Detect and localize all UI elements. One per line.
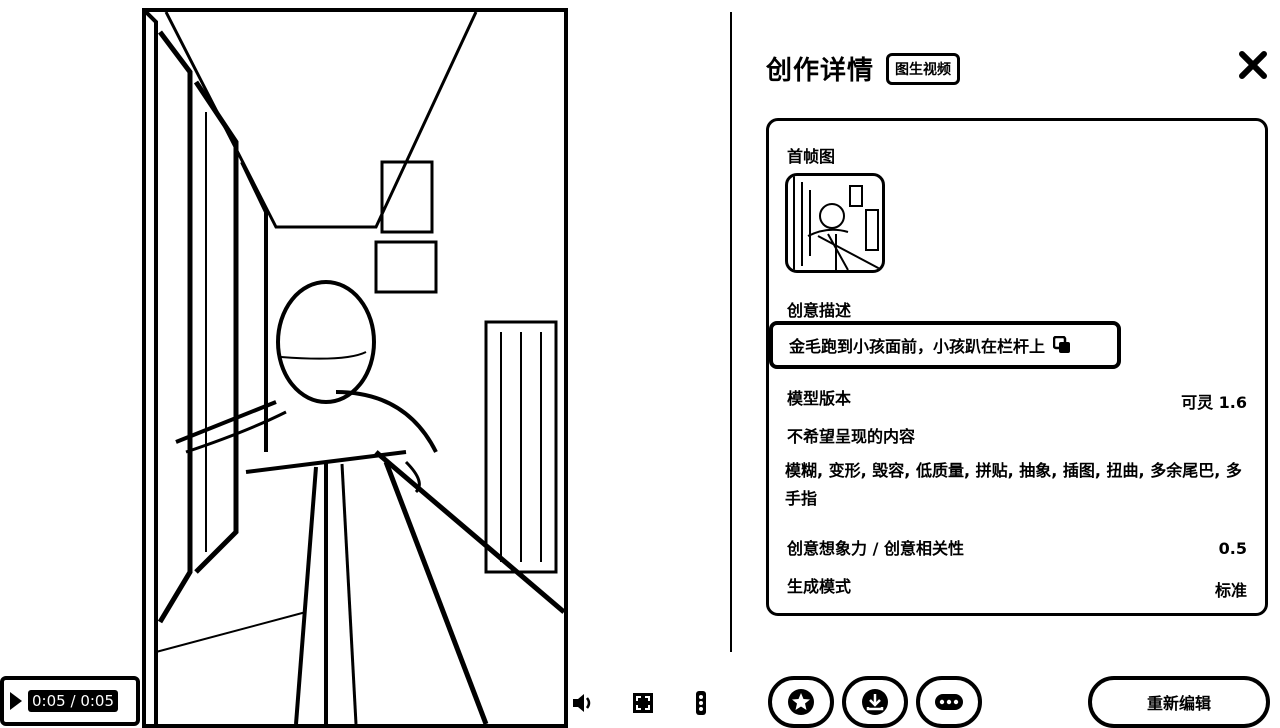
download-icon [862,689,888,715]
time-display: 0:05 / 0:05 [28,690,118,712]
model-value: 可灵 1.6 [1181,393,1247,412]
creativity-value: 0.5 [1218,539,1247,558]
creativity-label: 创意想象力 / 创意相关性 [787,539,964,558]
type-badge: 图生视频 [886,52,961,85]
play-icon[interactable] [10,692,22,710]
close-button[interactable] [1236,48,1270,82]
video-frame-image [146,12,564,724]
download-button[interactable] [842,676,908,728]
prompt-box: 金毛跑到小孩面前，小孩趴在栏杆上 [769,321,1121,369]
prompt-text: 金毛跑到小孩面前，小孩趴在栏杆上 [789,337,1046,356]
player-controls: 0:05 / 0:05 [0,668,720,728]
mode-value: 标准 [1214,581,1247,600]
prompt-label: 创意描述 [787,301,852,320]
close-icon[interactable] [1238,50,1268,80]
volume-icon[interactable] [570,690,596,716]
mode-label: 生成模式 [787,577,852,596]
star-icon [788,689,814,715]
favorite-button[interactable] [768,676,834,728]
panel-divider [730,12,732,652]
more-horizontal-icon [935,694,963,710]
details-card: 首帧图 创意描述 金毛跑到小孩面前，小孩趴在栏杆上 模型版本 可灵 1.6 不希… [766,118,1268,616]
video-player[interactable] [142,8,568,728]
panel-header: 创作详情 图生视频 [766,50,961,87]
page-title: 创作详情 [766,56,875,86]
more-vertical-icon[interactable] [688,690,714,716]
negative-label: 不希望呈现的内容 [787,427,916,446]
more-button[interactable] [916,676,982,728]
reedit-button[interactable]: 重新编辑 [1088,676,1270,728]
first-frame-label: 首帧图 [787,147,836,166]
first-frame-thumbnail[interactable] [785,173,885,273]
fullscreen-icon[interactable] [630,690,656,716]
play-time-control[interactable]: 0:05 / 0:05 [0,676,140,726]
model-label: 模型版本 [787,389,852,408]
copy-icon[interactable] [1052,335,1071,354]
negative-prompt-text: 模糊, 变形, 毁容, 低质量, 拼贴, 抽象, 插图, 扭曲, 多余尾巴, 多… [785,461,1242,508]
